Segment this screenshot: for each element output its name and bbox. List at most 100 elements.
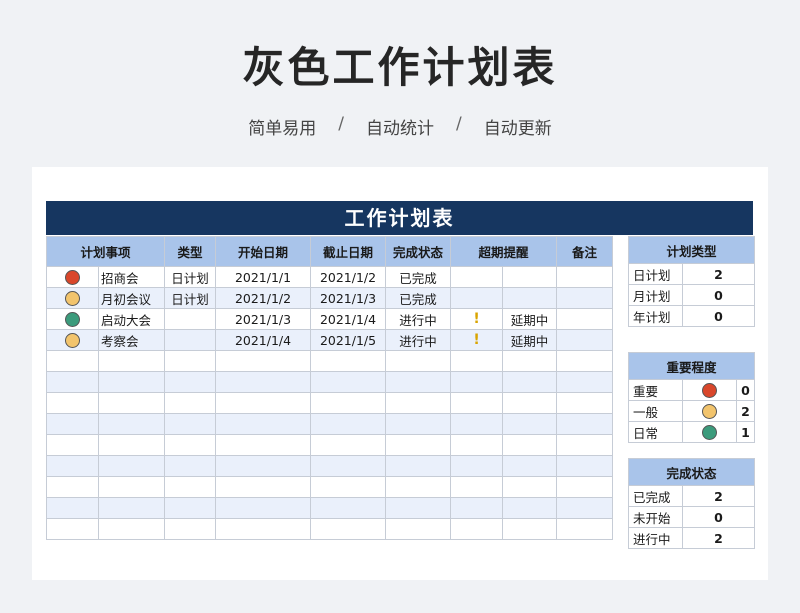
completion-count: 2 (681, 527, 756, 549)
empty-cell (502, 497, 558, 519)
table-row (46, 350, 614, 372)
empty-cell (385, 434, 452, 456)
completion-header: 完成状态 (627, 458, 756, 486)
table-row: 日计划 2 (628, 263, 756, 285)
overdue-warning-cell (450, 266, 504, 288)
col-header-type: 类型 (164, 236, 217, 267)
completion-count: 2 (681, 485, 756, 507)
empty-cell (450, 455, 504, 477)
empty-cell (385, 371, 452, 393)
completion-label: 进行中 (628, 527, 683, 549)
subtitle-item: 简单易用 (248, 119, 317, 139)
overdue-warning-cell: ! (450, 308, 504, 330)
plan-table-header: 计划事项 类型 开始日期 截止日期 完成状态 超期提醒 备注 (45, 236, 614, 267)
empty-cell (556, 434, 614, 456)
empty-cell (450, 434, 504, 456)
empty-cell (164, 392, 217, 414)
empty-cell (164, 434, 217, 456)
empty-cell (385, 518, 452, 540)
plan-type-label: 年计划 (628, 305, 683, 327)
empty-cell (310, 350, 387, 372)
status-cell: 已完成 (385, 287, 452, 309)
priority-cell (46, 266, 99, 288)
table-row: 日常 1 (628, 421, 756, 443)
plan-type-count: 0 (681, 305, 756, 327)
empty-cell (215, 392, 312, 414)
table-row: 一般 2 (628, 400, 756, 422)
overdue-cell: 延期中 (502, 308, 558, 330)
empty-cell (450, 476, 504, 498)
empty-cell (97, 350, 166, 372)
empty-cell (215, 497, 312, 519)
start-date-cell: 2021/1/3 (215, 308, 312, 330)
type-cell: 日计划 (164, 287, 217, 309)
completion-label: 未开始 (628, 506, 683, 528)
plan-type-label: 月计划 (628, 284, 683, 306)
priority-dot-icon (702, 383, 717, 398)
empty-cell (97, 392, 166, 414)
empty-cell (164, 371, 217, 393)
empty-cell (310, 434, 387, 456)
empty-cell (215, 434, 312, 456)
priority-dot-icon (65, 333, 80, 348)
subtitle-item: 自动统计 (366, 119, 434, 139)
empty-cell (215, 455, 312, 477)
empty-cell (164, 476, 217, 498)
completion-table: 完成状态 已完成 2 未开始 0 进行中 2 (627, 458, 756, 549)
col-header-item: 计划事项 (45, 236, 166, 267)
importance-label: 一般 (628, 400, 683, 422)
table-row (46, 518, 614, 540)
end-date-cell: 2021/1/4 (310, 308, 387, 330)
empty-cell (46, 518, 99, 540)
empty-cell (310, 413, 387, 435)
importance-dot-cell (682, 379, 737, 401)
empty-cell (450, 518, 504, 540)
table-row: 启动大会 2021/1/3 2021/1/4 进行中! 延期中 (46, 308, 614, 330)
empty-cell (215, 518, 312, 540)
warning-icon: ! (473, 332, 480, 348)
overdue-cell (502, 287, 558, 309)
empty-cell (46, 350, 99, 372)
start-date-cell: 2021/1/1 (215, 266, 312, 288)
empty-cell (46, 371, 99, 393)
end-date-cell: 2021/1/3 (310, 287, 387, 309)
importance-label: 日常 (628, 421, 683, 443)
overdue-warning-cell (450, 287, 504, 309)
col-header-overdue: 超期提醒 (450, 236, 558, 267)
empty-cell (385, 413, 452, 435)
status-cell: 进行中 (385, 329, 452, 351)
end-date-cell: 2021/1/5 (310, 329, 387, 351)
empty-cell (215, 476, 312, 498)
end-date-cell: 2021/1/2 (310, 266, 387, 288)
empty-cell (164, 497, 217, 519)
empty-cell (46, 392, 99, 414)
importance-dot-cell (682, 421, 737, 443)
importance-count: 2 (735, 400, 756, 422)
overdue-warning-cell: ! (450, 329, 504, 351)
item-cell: 考察会 (97, 329, 166, 351)
empty-cell (310, 476, 387, 498)
col-header-status: 完成状态 (385, 236, 452, 267)
start-date-cell: 2021/1/2 (215, 287, 312, 309)
status-cell: 已完成 (385, 266, 452, 288)
priority-cell (46, 308, 99, 330)
item-cell: 启动大会 (97, 308, 166, 330)
plan-type-label: 日计划 (628, 263, 683, 285)
completion-count: 0 (681, 506, 756, 528)
priority-dot-icon (702, 404, 717, 419)
table-row (46, 476, 614, 498)
table-row (46, 392, 614, 414)
empty-cell (556, 350, 614, 372)
warning-icon: ! (473, 311, 480, 327)
table-row: 招商会 日计划 2021/1/1 2021/1/2 已完成 (46, 266, 614, 288)
empty-cell (46, 497, 99, 519)
start-date-cell: 2021/1/4 (215, 329, 312, 351)
subtitle-separator: / (456, 114, 462, 134)
empty-cell (385, 350, 452, 372)
empty-cell (556, 476, 614, 498)
empty-cell (310, 371, 387, 393)
empty-cell (97, 497, 166, 519)
empty-cell (502, 371, 558, 393)
empty-cell (164, 350, 217, 372)
empty-cell (385, 392, 452, 414)
